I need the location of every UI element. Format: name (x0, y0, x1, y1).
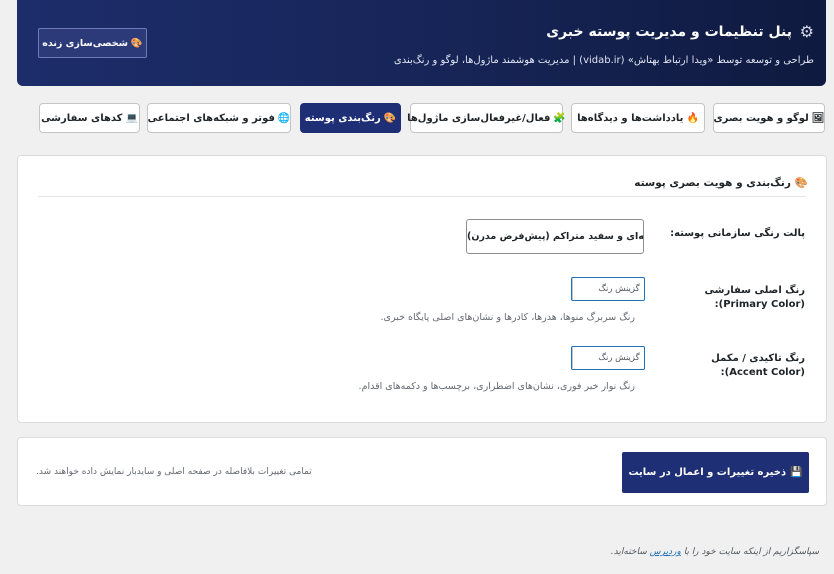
primary-color-swatch (572, 278, 594, 300)
settings-tabs: 🖼 لوگو و هویت بصری 🔥 یادداشت‌ها و دیدگاه… (39, 103, 834, 133)
divider (38, 196, 806, 197)
palette-icon: 🎨 (794, 177, 808, 189)
primary-color-button-label: گزینش رنگ (598, 284, 640, 294)
save-button-label: ذخیره تغییرات و اعمال در سایت (628, 467, 787, 478)
settings-header: ⚙ پنل تنظیمات و مدیریت پوسته خبری طراحی … (17, 0, 826, 86)
wordpress-link[interactable]: وردپرس (650, 547, 681, 557)
admin-page: ⚙ پنل تنظیمات و مدیریت پوسته خبری طراحی … (10, 0, 834, 574)
accent-color-description: رنگ نوار خبر فوری، نشان‌های اضطراری، برچ… (358, 381, 635, 392)
primary-color-label: رنگ اصلی سفارشی (Primary Color): (704, 285, 806, 310)
tab-logo[interactable]: 🖼 لوگو و هویت بصری (713, 103, 825, 133)
tab-notes[interactable]: 🔥 یادداشت‌ها و دیدگاه‌ها (571, 103, 705, 133)
header-subtitle: طراحی و توسعه توسط «ویدا ارتباط بهتاش» (… (393, 55, 814, 66)
save-button[interactable]: 💾 ذخیره تغییرات و اعمال در سایت (622, 452, 809, 493)
tab-label: یادداشت‌ها و دیدگاه‌ها (577, 112, 684, 124)
palette-label: پالت رنگی سازمانی پوسته: (670, 228, 805, 239)
live-customize-button[interactable]: 🎨 شخصی‌سازی زنده (38, 28, 147, 58)
header-title: پنل تنظیمات و مدیریت پوسته خبری (546, 24, 792, 40)
page-title: ⚙ پنل تنظیمات و مدیریت پوسته خبری (546, 22, 814, 41)
tab-footer-social[interactable]: 🌐 فوتر و شبکه‌های اجتماعی (147, 103, 291, 133)
palette-select[interactable]: سرمه‌ای و سفید متراکم (پیش‌فرض مدرن) (466, 219, 644, 254)
section-title: 🎨 رنگ‌بندی و هویت بصری پوسته (634, 176, 808, 190)
tab-custom-code[interactable]: 💻 کدهای سفارشی (39, 103, 140, 133)
tab-label: رنگ‌بندی پوسته (304, 112, 381, 124)
palette-icon: 🎨 (130, 37, 143, 49)
tab-colors[interactable]: 🎨 رنگ‌بندی پوسته (300, 103, 401, 133)
accent-color-button-label: گزینش رنگ (598, 353, 640, 363)
laptop-icon: 💻 (125, 112, 138, 124)
tab-label: کدهای سفارشی (41, 112, 123, 124)
save-card: 💾 ذخیره تغییرات و اعمال در سایت تمامی تغ… (17, 437, 827, 506)
gear-icon: ⚙ (799, 22, 814, 41)
footer-suffix: ساخته‌اید. (610, 547, 647, 557)
color-settings-card: 🎨 رنگ‌بندی و هویت بصری پوسته پالت رنگی س… (17, 155, 827, 423)
live-customize-label: شخصی‌سازی زنده (42, 37, 128, 49)
primary-color-picker[interactable]: گزینش رنگ (571, 277, 645, 301)
accent-color-swatch (572, 347, 594, 369)
footer-prefix: سپاسگزاریم از اینکه سایت خود را با (683, 547, 819, 557)
accent-color-label: رنگ تاکیدی / مکمل (Accent Color): (711, 353, 805, 378)
tab-label: فوتر و شبکه‌های اجتماعی (147, 112, 275, 124)
save-note: تمامی تغییرات بلافاصله در صفحه اصلی و سا… (36, 467, 312, 477)
fire-icon: 🔥 (686, 112, 699, 124)
floppy-disk-icon: 💾 (790, 467, 803, 478)
image-icon: 🖼 (811, 112, 825, 124)
globe-icon: 🌐 (277, 112, 291, 124)
palette-select-value: سرمه‌ای و سفید متراکم (پیش‌فرض مدرن) (467, 231, 644, 242)
tab-label: فعال/غیرفعال‌سازی ماژول‌ها (407, 112, 551, 124)
puzzle-icon: 🧩 (553, 112, 566, 124)
section-title-text: رنگ‌بندی و هویت بصری پوسته (634, 176, 791, 189)
primary-color-description: رنگ سربرگ منوها، هدرها، کادرها و نشان‌ها… (380, 312, 635, 323)
accent-color-picker[interactable]: گزینش رنگ (571, 346, 645, 370)
admin-footer: سپاسگزاریم از اینکه سایت خود را با وردپر… (611, 547, 819, 557)
palette-icon: 🎨 (383, 112, 397, 124)
tab-modules[interactable]: 🧩 فعال/غیرفعال‌سازی ماژول‌ها (407, 103, 566, 133)
tab-label: لوگو و هویت بصری (713, 112, 809, 124)
